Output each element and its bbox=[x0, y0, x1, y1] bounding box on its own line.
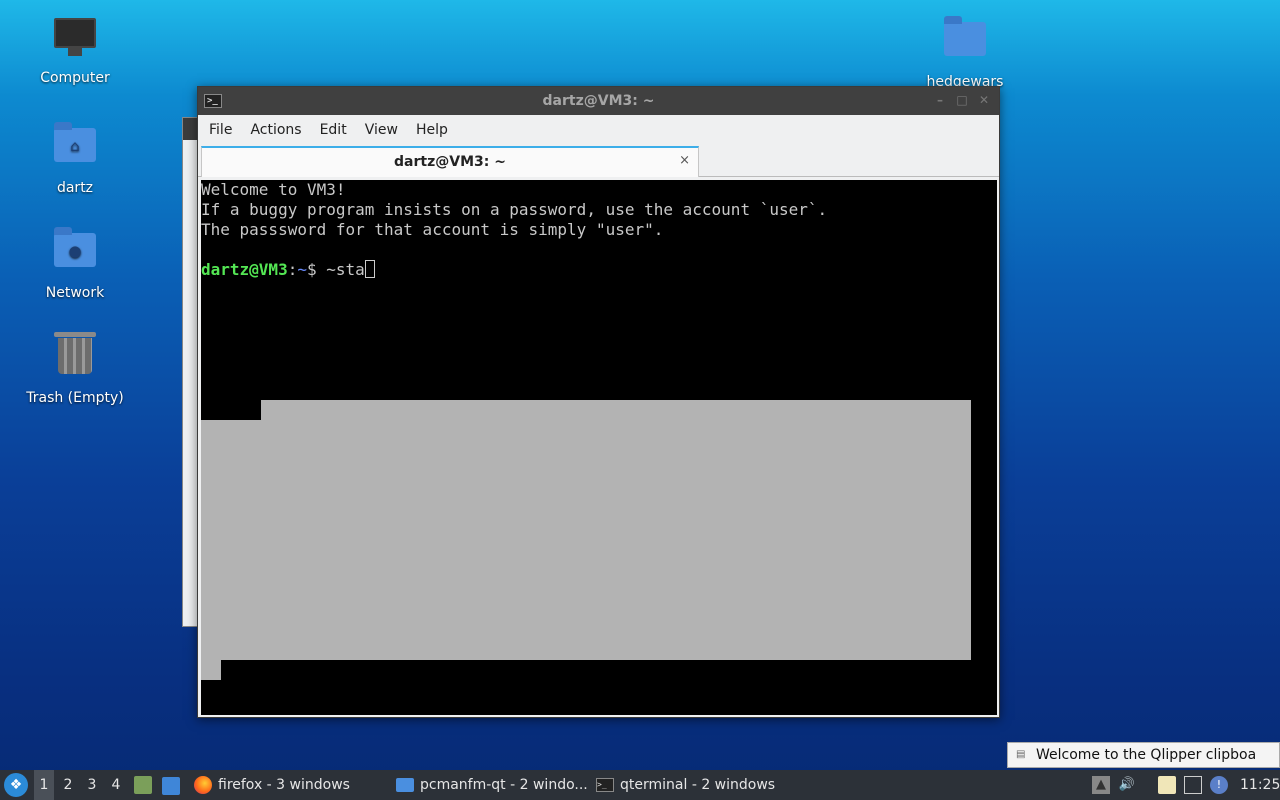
terminal-tab[interactable]: dartz@VM3: ~ × bbox=[201, 146, 699, 177]
desktop-icon-label: Network bbox=[45, 285, 105, 301]
desktop-icon-label: dartz bbox=[56, 180, 94, 196]
file-manager-quicklaunch-icon[interactable] bbox=[134, 776, 152, 794]
terminal-window[interactable]: >_ dartz@VM3: ~ – □ ✕ File Actions Edit … bbox=[197, 86, 1000, 718]
rendering-artifact bbox=[201, 420, 261, 660]
menu-help[interactable]: Help bbox=[407, 122, 457, 138]
desktop-icon-network[interactable]: ● Network bbox=[20, 225, 130, 301]
desktop-switch-3[interactable]: 3 bbox=[82, 770, 102, 800]
folder-icon bbox=[944, 16, 986, 56]
tab-label: dartz@VM3: ~ bbox=[394, 154, 506, 170]
update-notifier-icon[interactable]: ! bbox=[1210, 776, 1228, 794]
desktop-icon-dartz[interactable]: ⌂ dartz bbox=[20, 120, 130, 196]
menu-view[interactable]: View bbox=[356, 122, 407, 138]
clipboard-icon[interactable] bbox=[1158, 776, 1176, 794]
desktop-icon-label: Computer bbox=[40, 70, 110, 86]
desktop-switch-2[interactable]: 2 bbox=[58, 770, 78, 800]
task-label: pcmanfm-qt - 2 windo... bbox=[420, 777, 588, 793]
menu-actions[interactable]: Actions bbox=[241, 122, 310, 138]
desktop-icon-hedgewars[interactable]: hedgewars bbox=[910, 14, 1020, 90]
task-firefox[interactable]: firefox - 3 windows bbox=[194, 770, 350, 800]
desktop-switch-1[interactable]: 1 bbox=[34, 770, 54, 800]
firefox-icon bbox=[194, 776, 212, 794]
desktop-icon-computer[interactable]: Computer bbox=[20, 14, 130, 86]
desktop-icon-label: Trash (Empty) bbox=[26, 390, 124, 406]
prompt-separator: : bbox=[287, 260, 298, 279]
rendering-artifact bbox=[261, 400, 971, 660]
start-menu-button[interactable]: ❖ bbox=[4, 773, 28, 797]
terminal-command: ~sta bbox=[326, 260, 365, 279]
clock[interactable]: 11:25 bbox=[1240, 770, 1280, 800]
folder-icon bbox=[396, 778, 414, 792]
network-icon[interactable] bbox=[1184, 776, 1202, 794]
window-title: dartz@VM3: ~ bbox=[542, 93, 655, 109]
computer-icon bbox=[54, 18, 96, 56]
clipboard-icon: ▤ bbox=[1016, 749, 1026, 760]
terminal-icon: >_ bbox=[596, 778, 614, 792]
rendering-artifact bbox=[201, 660, 221, 680]
show-desktop-icon[interactable] bbox=[162, 777, 180, 795]
task-qterminal[interactable]: >_ qterminal - 2 windows bbox=[596, 770, 775, 800]
tab-close-icon[interactable]: × bbox=[679, 153, 690, 168]
volume-icon[interactable]: 🔊 bbox=[1118, 776, 1136, 794]
desktop-switch-4[interactable]: 4 bbox=[106, 770, 126, 800]
terminal-line: If a buggy program insists on a password… bbox=[201, 200, 828, 219]
prompt-symbol: $ bbox=[306, 260, 327, 279]
terminal-prompt-line: dartz@VM3:~$ ~sta bbox=[201, 260, 997, 280]
tab-bar: dartz@VM3: ~ × bbox=[198, 145, 999, 177]
task-label: qterminal - 2 windows bbox=[620, 777, 776, 793]
menu-bar: File Actions Edit View Help bbox=[198, 115, 999, 145]
terminal-line: Welcome to VM3! bbox=[201, 180, 346, 199]
terminal-output[interactable]: Welcome to VM3! If a buggy program insis… bbox=[201, 180, 997, 715]
network-folder-icon: ● bbox=[54, 227, 96, 267]
prompt-user: dartz@VM3 bbox=[201, 260, 288, 279]
task-pcmanfm[interactable]: pcmanfm-qt - 2 windo... bbox=[396, 770, 588, 800]
home-folder-icon: ⌂ bbox=[54, 122, 96, 162]
close-button[interactable]: ✕ bbox=[977, 93, 991, 107]
maximize-button[interactable]: □ bbox=[955, 93, 969, 107]
task-label: firefox - 3 windows bbox=[218, 777, 350, 793]
qlipper-notification[interactable]: ▤ Welcome to the Qlipper clipboa bbox=[1007, 742, 1280, 768]
minimize-button[interactable]: – bbox=[933, 93, 947, 107]
terminal-line: The passsword for that account is simply… bbox=[201, 220, 664, 239]
menu-file[interactable]: File bbox=[200, 122, 241, 138]
tray-arrow-icon[interactable]: ▲ bbox=[1092, 776, 1110, 794]
terminal-titlebar[interactable]: >_ dartz@VM3: ~ – □ ✕ bbox=[198, 87, 999, 115]
notification-text: Welcome to the Qlipper clipboa bbox=[1036, 747, 1257, 763]
taskbar: ❖ 1 2 3 4 firefox - 3 windows pcmanfm-qt… bbox=[0, 770, 1280, 800]
prompt-path: ~ bbox=[297, 260, 307, 279]
text-cursor bbox=[364, 260, 375, 278]
desktop-icon-trash[interactable]: Trash (Empty) bbox=[20, 330, 130, 406]
trash-icon bbox=[54, 332, 96, 374]
menu-edit[interactable]: Edit bbox=[311, 122, 356, 138]
